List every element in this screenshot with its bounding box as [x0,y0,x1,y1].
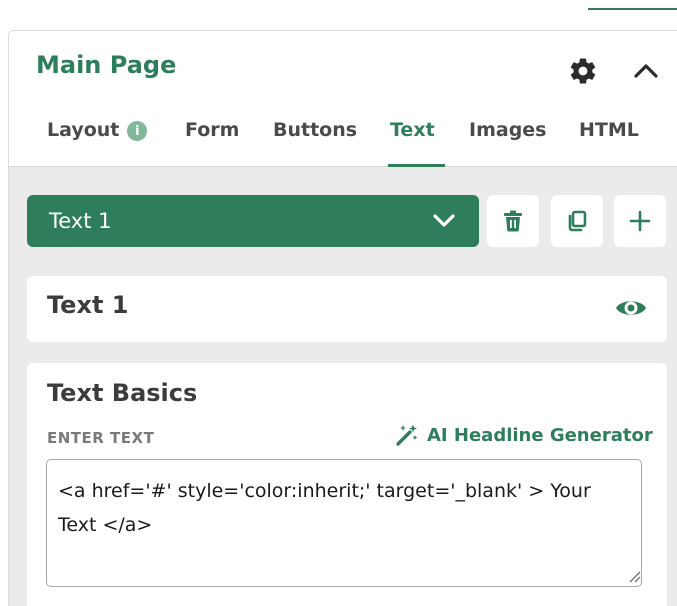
enter-text-label: ENTER TEXT [47,429,155,447]
tab-label: Images [469,119,547,141]
chevron-up-icon [634,64,658,78]
tab-form[interactable]: Form [185,113,239,167]
eye-icon[interactable] [614,296,648,320]
tab-html[interactable]: HTML [579,113,639,167]
panel-header: Main Page Layout i Form Buttons Text Ima… [9,31,677,167]
tab-buttons[interactable]: Buttons [273,113,357,167]
panel-title: Main Page [36,51,177,79]
chevron-down-icon [433,214,455,227]
tab-label: Text [390,119,435,141]
ai-link-label: AI Headline Generator [427,424,653,446]
resize-handle-icon[interactable] [629,571,641,583]
element-name: Text 1 [47,291,129,319]
duplicate-icon [568,210,587,232]
text-basics-card: Text Basics ENTER TEXT AI Headline Gener… [27,363,667,606]
magic-wand-icon [396,424,418,446]
element-name-card: Text 1 [27,276,667,342]
tab-label: Form [185,119,240,141]
trash-icon [504,210,522,232]
gear-icon [570,58,596,84]
tab-layout[interactable]: Layout i [47,113,148,167]
add-element-button[interactable] [614,195,666,247]
info-icon[interactable]: i [127,121,148,141]
element-selector-value: Text 1 [49,209,112,233]
tab-images[interactable]: Images [469,113,546,167]
collapse-button[interactable] [629,55,663,87]
delete-button[interactable] [487,195,539,247]
settings-button[interactable] [567,55,599,87]
tab-label: Buttons [273,119,358,141]
plus-icon [629,210,651,232]
tab-text[interactable]: Text [388,113,445,167]
ai-headline-generator-link[interactable]: AI Headline Generator [395,423,653,447]
element-selector[interactable]: Text 1 [27,195,479,247]
tab-bar: Layout i Form Buttons Text Images HTML [9,113,677,167]
section-title: Text Basics [47,379,198,407]
text-content-input[interactable]: <a href='#' style='color:inherit;' targe… [46,459,642,587]
top-accent-line [588,8,677,10]
duplicate-button[interactable] [551,195,603,247]
tab-label: HTML [579,119,639,141]
editor-panel: Main Page Layout i Form Buttons Text Ima… [8,30,677,606]
tab-label: Layout [47,119,120,141]
